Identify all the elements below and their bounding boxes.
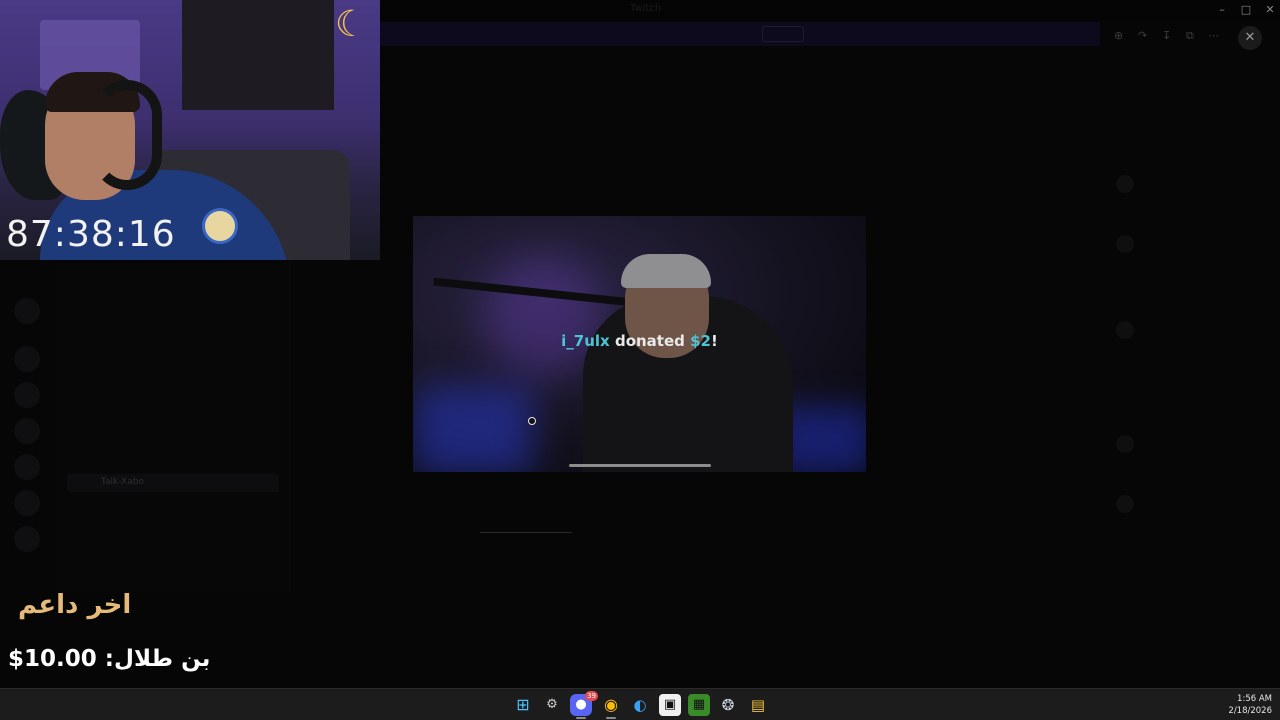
zoom-icon[interactable]: ⊕ [1114, 29, 1123, 42]
more-icon[interactable]: ⋯ [1208, 29, 1219, 42]
server-icon[interactable] [14, 526, 40, 552]
member-item[interactable] [1116, 495, 1142, 513]
forward-icon[interactable]: ↷ [1138, 29, 1147, 42]
server-icon[interactable] [14, 490, 40, 516]
server-list [0, 262, 55, 582]
server-icon[interactable] [14, 382, 40, 408]
cursor-icon [528, 417, 536, 425]
donation-alert: i_7ulx donated $2! [413, 332, 866, 350]
banner-button[interactable] [762, 26, 804, 42]
avatar [1116, 321, 1134, 339]
notice-banner [380, 22, 1100, 46]
stream-timer: 87:38:16 [6, 214, 176, 255]
member-list [1110, 95, 1280, 685]
title-bar: Twitch – □ ✕ [380, 0, 1280, 20]
server-icon[interactable] [14, 418, 40, 444]
donor-name: i_7ulx [561, 332, 610, 350]
donation-verb: donated [614, 332, 685, 350]
video-progress-bar[interactable] [569, 464, 711, 467]
window-title: Twitch [630, 3, 662, 14]
server-icon[interactable] [14, 454, 40, 480]
headphones [92, 80, 162, 190]
member-item[interactable] [1116, 235, 1142, 253]
chrome-icon[interactable]: ◉ [600, 694, 622, 716]
streamer-cap [621, 254, 711, 288]
media-viewer[interactable]: i_7ulx donated $2! [413, 216, 866, 472]
settings-icon[interactable]: ⚙ [541, 694, 563, 716]
member-item[interactable] [1116, 321, 1142, 339]
blue-glow [413, 386, 533, 472]
channel-list: Talk-Xabo [55, 262, 290, 592]
donation-amount: $2 [690, 332, 711, 350]
active-indicator [576, 717, 586, 719]
last-supporter-amount: بن طلال: 10.00$ [8, 646, 211, 672]
active-indicator [606, 717, 616, 719]
open-external-icon[interactable]: ⧉ [1186, 29, 1194, 43]
last-supporter-title: اخر داعم [18, 590, 132, 620]
avatar [1116, 435, 1134, 453]
minecraft-icon[interactable]: ▦ [688, 694, 710, 716]
media-viewer-toolbar: ⊕ ↷ ↧ ⧉ ⋯ [1108, 26, 1234, 48]
channel-item-active[interactable]: Talk-Xabo [67, 474, 279, 492]
windows-start-icon[interactable]: ⊞ [512, 694, 534, 716]
notification-badge: 39 [585, 691, 598, 701]
acoustic-panel [182, 0, 334, 110]
server-icon[interactable] [14, 298, 40, 324]
clock-time: 1:56 AM [1237, 694, 1272, 704]
system-clock[interactable]: 1:56 AM 2/18/2026 [1222, 693, 1272, 717]
minimize-icon[interactable]: – [1212, 3, 1232, 16]
maximize-icon[interactable]: □ [1236, 3, 1256, 16]
download-icon[interactable]: ↧ [1162, 29, 1171, 42]
app-icon[interactable]: ▣ [659, 694, 681, 716]
steam-icon[interactable]: ❂ [717, 694, 739, 716]
donation-suffix: ! [711, 332, 718, 350]
member-item[interactable] [1116, 435, 1142, 453]
file-explorer-icon[interactable]: ▤ [747, 694, 769, 716]
crescent-moon-stars-icon: ☾ [334, 4, 368, 45]
divider [480, 532, 572, 533]
avatar [1116, 175, 1134, 193]
member-item[interactable] [1116, 175, 1142, 193]
close-icon[interactable]: ✕ [1260, 3, 1280, 16]
close-icon: ✕ [1244, 30, 1256, 45]
avatar [1116, 495, 1134, 513]
viewer-close-button[interactable]: ✕ [1238, 26, 1262, 50]
edge-icon[interactable]: ◐ [629, 694, 651, 716]
discord-icon[interactable]: ● 39 [570, 691, 598, 716]
server-icon[interactable] [14, 346, 40, 372]
webcam-overlay: ☾ 87:38:16 [0, 0, 380, 260]
avatar [1116, 235, 1134, 253]
team-crest-icon [202, 208, 238, 244]
taskbar: ⊞ ⚙ ● 39 ◉ ◐ ▣ ▦ ❂ ▤ 1:56 AM 2/18/2026 [0, 688, 1280, 720]
clock-date: 2/18/2026 [1228, 706, 1272, 716]
